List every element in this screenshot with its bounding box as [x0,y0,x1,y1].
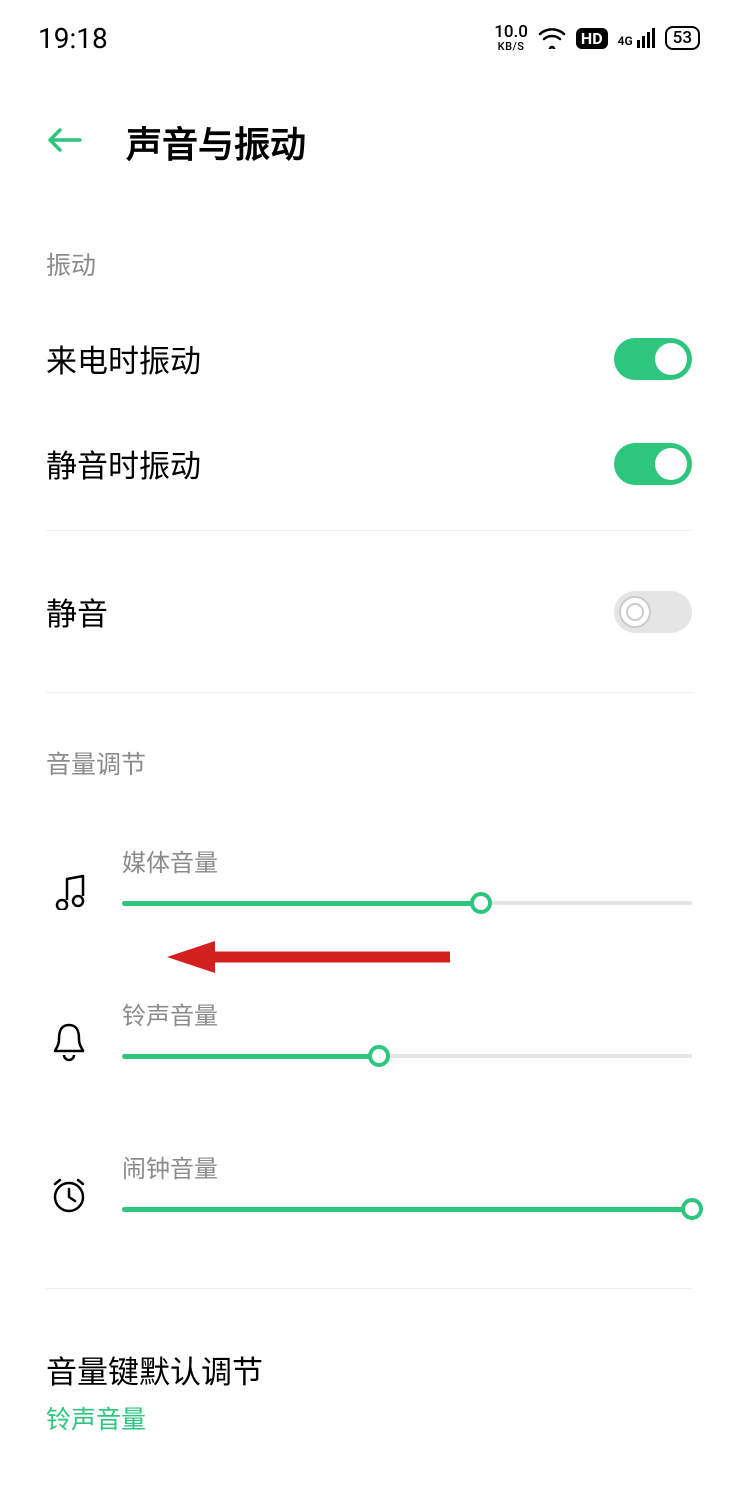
toggle-vibrate-on-ring[interactable] [614,338,692,380]
battery-icon: 53 [665,26,700,50]
divider [46,692,692,693]
slider-media: 媒体音量 [46,815,692,946]
label-media-volume: 媒体音量 [122,843,692,878]
signal-icon: 4G [618,28,655,48]
label-ring-volume: 铃声音量 [122,996,692,1031]
label-alarm-volume: 闹钟音量 [122,1149,692,1184]
label-vibrate-on-ring: 来电时振动 [46,336,201,381]
toggle-vibrate-on-silent[interactable] [614,443,692,485]
toggle-mute[interactable] [614,591,692,633]
alarm-clock-icon [46,1174,92,1216]
section-volume: 音量调节 [0,707,738,805]
label-vibrate-on-silent: 静音时振动 [46,441,201,486]
divider [46,1288,692,1289]
label-mute: 静音 [46,589,108,634]
value-volume-key-default: 铃声音量 [46,1400,692,1436]
status-bar: 19:18 10.0 KB/S HD 4G 53 [0,0,738,64]
slider-alarm: 闹钟音量 [46,1121,692,1252]
status-time: 19:18 [38,22,108,55]
status-icons: 10.0 KB/S HD 4G 53 [494,24,700,52]
page-title: 声音与振动 [126,116,306,168]
label-volume-key-default: 音量键默认调节 [46,1347,692,1392]
row-vibrate-on-ring[interactable]: 来电时振动 [0,306,738,411]
music-icon [46,870,92,910]
slider-ring-track[interactable] [122,1049,692,1063]
slider-ring: 铃声音量 [46,968,692,1099]
divider [46,530,692,531]
slider-media-track[interactable] [122,896,692,910]
wifi-icon [538,27,566,49]
row-volume-key-default[interactable]: 音量键默认调节 铃声音量 [0,1303,738,1456]
net-speed-icon: 10.0 KB/S [494,24,528,52]
slider-alarm-track[interactable] [122,1202,692,1216]
hd-icon: HD [576,28,608,49]
row-vibrate-on-silent[interactable]: 静音时振动 [0,411,738,516]
bell-icon [46,1019,92,1063]
row-mute[interactable]: 静音 [0,545,738,678]
section-vibration: 振动 [0,208,738,306]
page-header: 声音与振动 [0,64,738,208]
back-arrow-icon[interactable] [46,126,82,158]
